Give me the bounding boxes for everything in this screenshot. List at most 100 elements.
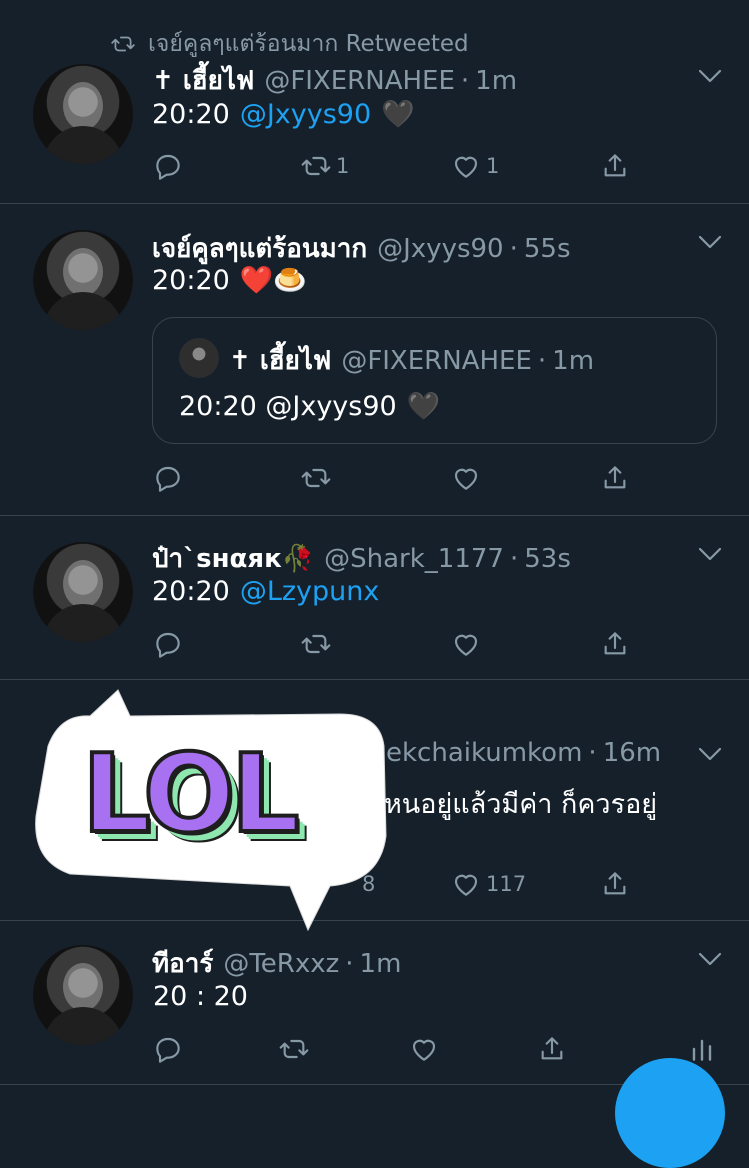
display-name[interactable]: ป๋า`sнαяк🥀 [152,538,314,579]
analytics-button[interactable] [686,1033,718,1065]
retweet-icon [278,1033,310,1065]
avatar[interactable] [33,230,133,330]
tweet-text: 20 : 20 [153,981,248,1012]
chevron-down-icon[interactable] [697,951,723,967]
share-icon [599,868,631,900]
reply-button[interactable] [152,462,184,494]
chevron-down-icon[interactable] [697,546,723,562]
sticker-lol-text: LOL [80,730,302,859]
tweet-1[interactable]: เจย์คูลๆแต่ร้อนมาก Retweeted ✝ เฮี้ยไฟ @… [0,0,749,204]
reply-button[interactable] [152,150,184,182]
tweet-text-prefix: 20:20 [152,98,230,130]
retweet-button[interactable] [300,628,332,660]
quoted-text: 20:20 @Jxyys90 🖤 [179,390,441,423]
display-name[interactable]: ✝ เฮี้ยไฟ [152,60,254,101]
reply-button[interactable] [152,628,184,660]
timestamp[interactable]: 16m [603,738,661,768]
retweet-button[interactable]: 1 [300,150,349,182]
timestamp[interactable]: 1m [360,949,402,979]
like-icon [450,462,482,494]
handle[interactable]: @FIXERNAHEE [264,66,455,96]
quoted-header: ✝ เฮี้ยไฟ @FIXERNAHEE · 1m [229,340,594,381]
quoted-avatar [179,338,219,378]
tweet-header: ป๋า`sнαяк🥀 @Shark_1177 · 53s [152,538,571,579]
avatar[interactable] [33,542,133,642]
tweet-5[interactable]: ทีอาร์ @TeRxxz · 1m 20 : 20 [0,921,749,1085]
avatar[interactable] [33,945,133,1045]
tweet-text-prefix: 20:20 [152,576,230,607]
compose-tweet-button[interactable] [615,1058,725,1168]
like-icon [450,628,482,660]
timestamp[interactable]: 55s [524,234,571,264]
reply-icon [152,1033,184,1065]
tweet-text-partial: หนอยู่แล้วมีค่า ก็ควรอยู่ [384,789,658,820]
timestamp[interactable]: 1m [475,66,517,96]
display-name[interactable]: ทีอาร์ [152,943,213,984]
tweet-actions [152,628,632,660]
retweet-button[interactable] [278,1033,310,1065]
reply-icon [152,628,184,660]
share-icon [536,1033,568,1065]
share-icon [599,462,631,494]
retweet-context: เจย์คูลๆแต่ร้อนมาก Retweeted [110,26,469,62]
share-button[interactable] [599,868,631,900]
separator-dot: · [345,948,354,979]
tweet-actions: 1 1 [152,150,632,182]
retweet-context-label: เจย์คูลๆแต่ร้อนมาก Retweeted [148,31,469,57]
separator-dot: · [509,233,518,264]
like-button[interactable]: 1 [450,150,499,182]
reply-button[interactable] [152,1033,184,1065]
handle[interactable]: @Jxyys90 [377,234,503,264]
separator-dot: · [509,543,519,574]
like-icon [450,150,482,182]
quoted-handle: @FIXERNAHEE [341,345,532,376]
share-icon [599,150,631,182]
chevron-down-icon[interactable] [697,234,723,250]
mention-link[interactable]: @Lzypunx [240,576,380,607]
quoted-tweet-card[interactable]: ✝ เฮี้ยไฟ @FIXERNAHEE · 1m 20:20 @Jxyys9… [152,317,717,444]
tweet-text: 20:20 ❤️🍮 [152,264,308,297]
like-button[interactable] [408,1033,440,1065]
share-button[interactable] [599,628,631,660]
timestamp[interactable]: 53s [524,544,571,574]
tweet-header: @ekchaikumkom · 16m [360,738,661,768]
quoted-text-body: 20:20 @Jxyys90 [179,390,397,422]
share-icon [599,628,631,660]
tweet-header: ทีอาร์ @TeRxxz · 1m [152,943,401,984]
tweet-text: 20:20 @Jxyys90 🖤 [152,98,415,131]
share-button[interactable] [599,150,631,182]
mention-link[interactable]: @Jxyys90 [240,99,371,130]
avatar[interactable] [33,64,133,164]
tweet-text-body: 20 : 20 [153,981,248,1012]
like-count: 1 [486,154,500,178]
share-button[interactable] [599,462,631,494]
retweet-icon [300,150,332,182]
retweet-button[interactable] [300,462,332,494]
emoji: 🖤 [406,391,441,422]
tweet-actions [152,462,632,494]
analytics-icon [692,1039,712,1061]
quoted-display-name: ✝ เฮี้ยไฟ [229,346,332,376]
chevron-down-icon[interactable] [697,746,723,762]
display-name[interactable]: เจย์คูลๆแต่ร้อนมาก [152,228,367,269]
tweet-3[interactable]: ป๋า`sнαяк🥀 @Shark_1177 · 53s 20:20 @Lzyp… [0,516,749,680]
like-button[interactable] [450,462,482,494]
quoted-timestamp: 1m [552,345,595,376]
like-icon [450,868,482,900]
handle[interactable]: @TeRxxz [223,949,339,979]
handle[interactable]: @ekchaikumkom [360,738,582,768]
tweet-header: ✝ เฮี้ยไฟ @FIXERNAHEE · 1m [152,60,517,101]
retweet-icon [300,462,332,494]
tweet-header: เจย์คูลๆแต่ร้อนมาก @Jxyys90 · 55s [152,228,571,269]
emoji: ❤️🍮 [239,265,308,296]
separator-dot: · [588,738,597,768]
like-button[interactable] [450,628,482,660]
tweet-text: 20:20 @Lzypunx [152,576,379,607]
like-count: 117 [486,872,527,896]
reply-icon [152,462,184,494]
like-button[interactable]: 117 [450,868,526,900]
chevron-down-icon[interactable] [697,68,723,84]
tweet-text: หนอยู่แล้วมีค่า ก็ควรอยู่ [384,782,657,825]
handle[interactable]: @Shark_1177 [324,544,504,574]
share-button[interactable] [536,1033,568,1065]
